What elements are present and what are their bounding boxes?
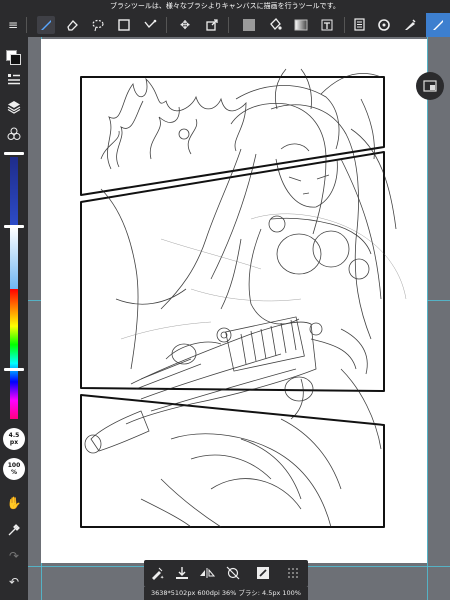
- flip-icon[interactable]: [198, 564, 216, 582]
- fill-color-icon[interactable]: [240, 16, 258, 34]
- brush-size-value: 4.5: [8, 432, 20, 439]
- opacity-badge[interactable]: 100 %: [3, 458, 25, 480]
- toolbar-divider: [228, 17, 229, 33]
- brush-size-slider[interactable]: [10, 157, 18, 227]
- reference-window-icon[interactable]: [416, 72, 444, 100]
- toolbar-divider: [344, 17, 345, 33]
- left-sidebar: 4.5 px 100 % ✋ ↷ ↶: [0, 37, 28, 600]
- tooltip-banner: ブラシツールは、様々なブラシよりキャンバスに描画を行うツールです。: [0, 0, 450, 13]
- undo-icon[interactable]: ↶: [4, 573, 24, 591]
- rotate-icon[interactable]: [375, 16, 393, 34]
- lasso-icon[interactable]: [89, 16, 107, 34]
- brush-icon[interactable]: [37, 16, 55, 34]
- app-window: ブラシツールは、様々なブラシよりキャンバスに描画を行うツールです。 ≡ ✥ 4.…: [0, 0, 450, 600]
- status-bar: 3638*5102px 600dpi 36% ブラシ: 4.5px 100%: [144, 587, 308, 600]
- opacity-value: 100: [7, 462, 21, 469]
- redo-icon[interactable]: ↷: [4, 547, 24, 565]
- layers-icon[interactable]: [4, 98, 24, 116]
- hue-slider[interactable]: [10, 289, 18, 419]
- brush-size-unit: px: [9, 439, 19, 446]
- rect-select-icon[interactable]: [115, 16, 133, 34]
- top-toolbar: ≡ ✥: [0, 13, 450, 37]
- active-brush-icon[interactable]: [426, 13, 450, 37]
- opacity-slider[interactable]: [10, 227, 18, 289]
- import-icon[interactable]: [173, 564, 191, 582]
- hue-handle[interactable]: [4, 368, 24, 371]
- svg-text:✦: ✦: [160, 575, 164, 580]
- sketch-drawing: [80, 68, 407, 528]
- materials-icon[interactable]: [4, 125, 24, 143]
- gradient-icon[interactable]: [292, 16, 310, 34]
- bucket-icon[interactable]: [266, 16, 284, 34]
- brush-size-badge[interactable]: 4.5 px: [3, 428, 25, 450]
- brush-size-handle[interactable]: [4, 152, 24, 155]
- transform-icon[interactable]: [203, 16, 221, 34]
- blur-icon[interactable]: [401, 16, 419, 34]
- guide-line: [427, 37, 428, 600]
- text-icon[interactable]: [318, 16, 336, 34]
- toolbar-divider: [26, 17, 27, 33]
- brush-list-icon[interactable]: [4, 70, 24, 88]
- stabilizer-icon[interactable]: [254, 564, 272, 582]
- opacity-handle[interactable]: [4, 225, 24, 228]
- foreground-color-swatch[interactable]: [10, 54, 21, 65]
- eraser-icon[interactable]: [63, 16, 81, 34]
- canvas-area[interactable]: [28, 37, 450, 600]
- snap-off-icon[interactable]: [224, 564, 242, 582]
- toolbar-divider: [166, 17, 167, 33]
- eyedropper-icon[interactable]: [4, 521, 24, 539]
- grid-icon[interactable]: [284, 564, 302, 582]
- opacity-unit: %: [10, 469, 17, 476]
- layers-panel-icon[interactable]: [350, 16, 368, 34]
- autoselect-icon[interactable]: [141, 16, 159, 34]
- brush-settings-icon[interactable]: ✦: [148, 564, 166, 582]
- bottom-toolbar: ✦: [144, 560, 308, 587]
- canvas-paper[interactable]: [41, 39, 427, 563]
- hand-icon[interactable]: ✋: [4, 494, 24, 512]
- menu-icon[interactable]: ≡: [4, 16, 22, 34]
- move-icon[interactable]: ✥: [176, 16, 194, 34]
